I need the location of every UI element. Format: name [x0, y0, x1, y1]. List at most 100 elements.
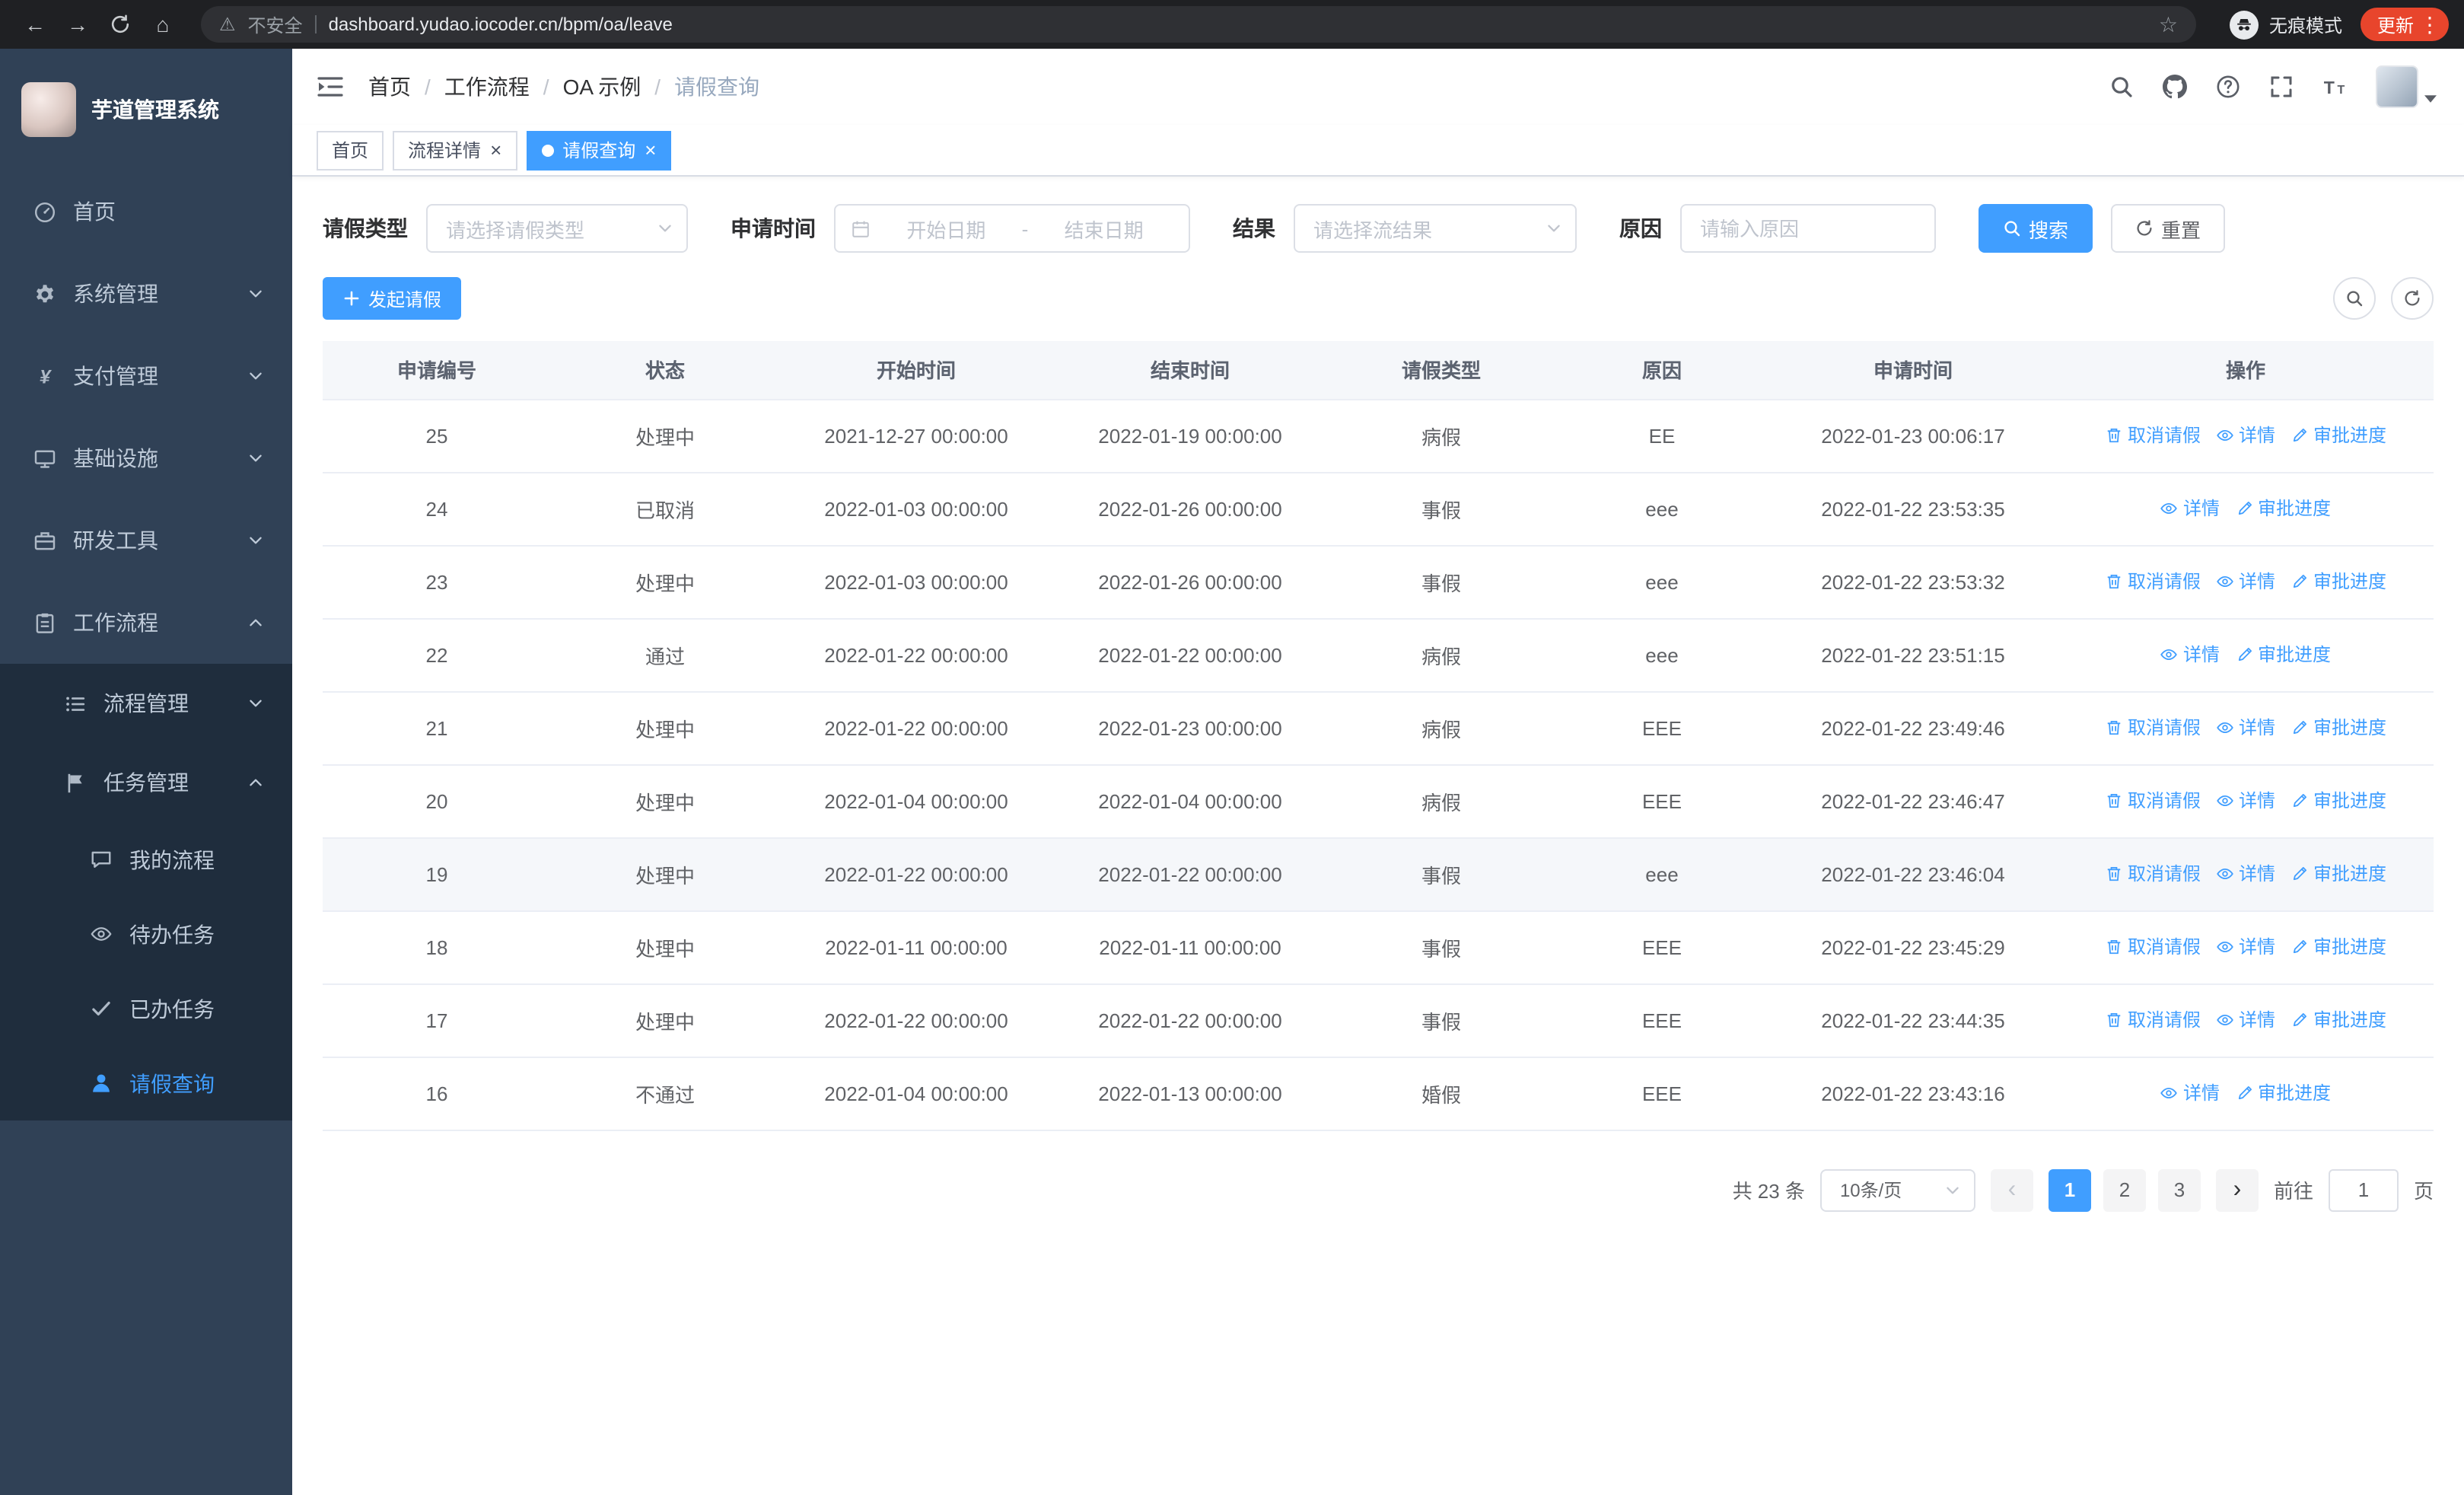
github-icon[interactable]: [2163, 75, 2187, 99]
create-leave-button[interactable]: 发起请假: [323, 277, 462, 320]
detail-action[interactable]: 详情: [2160, 1080, 2220, 1106]
page-button-2[interactable]: 2: [2103, 1168, 2146, 1211]
toggle-search-button[interactable]: [2333, 277, 2376, 320]
help-icon[interactable]: [2216, 75, 2240, 99]
progress-action[interactable]: 审批进度: [2291, 861, 2386, 887]
home-button[interactable]: ⌂: [143, 5, 183, 44]
progress-action[interactable]: 审批进度: [2291, 422, 2386, 448]
fullscreen-icon[interactable]: [2269, 75, 2294, 99]
sidebar-item-devtools[interactable]: 研发工具: [0, 499, 292, 582]
sidebar-item-task-mgmt[interactable]: 任务管理: [0, 743, 292, 822]
action-label: 详情: [2238, 717, 2275, 739]
reset-button[interactable]: 重置: [2111, 204, 2226, 253]
cancel-action[interactable]: 取消请假: [2105, 934, 2201, 960]
reason-input[interactable]: [1680, 204, 1936, 253]
progress-action[interactable]: 审批进度: [2291, 788, 2386, 814]
table-cell: 病假: [1327, 764, 1555, 838]
font-size-icon[interactable]: TT: [2322, 75, 2347, 99]
prev-page-button[interactable]: ‹: [1990, 1168, 2033, 1211]
detail-action[interactable]: 详情: [2160, 496, 2220, 521]
action-label: 详情: [2182, 644, 2220, 666]
close-icon[interactable]: ×: [645, 140, 656, 160]
view-tab-2[interactable]: 请假查询 ×: [526, 130, 672, 170]
progress-action[interactable]: 审批进度: [2291, 1007, 2386, 1033]
sidebar-item-payment[interactable]: ¥ 支付管理: [0, 335, 292, 417]
url-bar[interactable]: ⚠ 不安全 dashboard.yudao.iocoder.cn/bpm/oa/…: [201, 6, 2196, 43]
breadcrumb-item[interactable]: OA 示例: [563, 72, 641, 102]
sidebar-item-process-mgmt[interactable]: 流程管理: [0, 664, 292, 743]
cancel-action[interactable]: 取消请假: [2105, 788, 2201, 814]
app-logo-row[interactable]: 芋道管理系统: [0, 49, 292, 171]
progress-action[interactable]: 审批进度: [2235, 496, 2331, 521]
browser-toolbar: ← → ⌂ ⚠ 不安全 dashboard.yudao.iocoder.cn/b…: [0, 0, 2464, 49]
sidebar-item-system[interactable]: 系统管理: [0, 253, 292, 335]
update-chip[interactable]: 更新 ⋮: [2360, 8, 2449, 41]
action-label: 审批进度: [2313, 717, 2387, 739]
sidebar-item-my-process[interactable]: 我的流程: [0, 822, 292, 897]
page-button-3[interactable]: 3: [2157, 1168, 2201, 1211]
apply-time-label: 申请时间: [731, 216, 816, 241]
view-tab-1[interactable]: 流程详情 ×: [393, 130, 517, 170]
detail-action[interactable]: 详情: [2216, 788, 2275, 814]
goto-label: 前往: [2273, 1180, 2313, 1203]
view-tab-0[interactable]: 首页: [317, 130, 384, 170]
detail-action[interactable]: 详情: [2216, 934, 2275, 960]
start-date-placeholder: 开始日期: [906, 218, 986, 241]
cancel-action[interactable]: 取消请假: [2105, 715, 2201, 741]
bookmark-star-icon[interactable]: ☆: [2159, 11, 2178, 37]
table-cell: 23: [323, 545, 551, 619]
detail-action[interactable]: 详情: [2160, 642, 2220, 668]
detail-action[interactable]: 详情: [2216, 1007, 2275, 1033]
progress-action[interactable]: 审批进度: [2291, 934, 2386, 960]
create-leave-label: 发起请假: [368, 288, 442, 310]
kebab-menu-icon[interactable]: ⋮: [2418, 11, 2441, 37]
sidebar-item-workflow[interactable]: 工作流程: [0, 582, 292, 664]
sidebar-item-home[interactable]: 首页: [0, 171, 292, 253]
table-cell: 处理中: [551, 910, 779, 984]
next-page-button[interactable]: ›: [2215, 1168, 2259, 1211]
detail-action[interactable]: 详情: [2216, 569, 2275, 594]
cancel-action[interactable]: 取消请假: [2105, 1007, 2201, 1033]
breadcrumb-item[interactable]: 工作流程: [444, 72, 530, 102]
table-cell: 2022-01-22 00:00:00: [779, 691, 1053, 765]
tabs-bar: 首页 流程详情 × 请假查询 ×: [292, 125, 2464, 177]
goto-page-input[interactable]: [2328, 1168, 2399, 1211]
detail-action[interactable]: 详情: [2216, 861, 2275, 887]
sidebar-toggle-button[interactable]: [317, 73, 344, 100]
gear-icon: [30, 282, 58, 305]
search-icon[interactable]: [2109, 75, 2134, 99]
table-row: 25 处理中 2021-12-27 00:00:00 2022-01-19 00:00…: [323, 399, 2434, 473]
cancel-action[interactable]: 取消请假: [2105, 422, 2201, 448]
cancel-action[interactable]: 取消请假: [2105, 861, 2201, 887]
column-header: 请假类型: [1327, 341, 1555, 400]
progress-action[interactable]: 审批进度: [2291, 715, 2386, 741]
refresh-table-button[interactable]: [2391, 277, 2434, 320]
progress-action[interactable]: 审批进度: [2235, 642, 2331, 668]
sidebar-item-leave-query[interactable]: 请假查询: [0, 1046, 292, 1120]
close-icon[interactable]: ×: [490, 140, 501, 160]
detail-action[interactable]: 详情: [2216, 715, 2275, 741]
table-row: 19 处理中 2022-01-22 00:00:00 2022-01-22 00:00…: [323, 837, 2434, 911]
sidebar-item-infrastructure[interactable]: 基础设施: [0, 417, 292, 499]
breadcrumb-item[interactable]: 首页: [368, 72, 411, 102]
detail-action[interactable]: 详情: [2216, 422, 2275, 448]
cancel-action[interactable]: 取消请假: [2105, 569, 2201, 594]
result-select[interactable]: 请选择流结果: [1294, 204, 1577, 253]
action-label: 取消请假: [2127, 863, 2201, 885]
sidebar-item-done-tasks[interactable]: 已办任务: [0, 971, 292, 1046]
user-avatar[interactable]: [2376, 65, 2437, 108]
leave-type-select[interactable]: 请选择请假类型: [426, 204, 688, 253]
page-size-select[interactable]: 10条/页: [1819, 1168, 1975, 1211]
apply-time-range-picker[interactable]: 开始日期 - 结束日期: [834, 204, 1190, 253]
progress-action[interactable]: 审批进度: [2291, 569, 2386, 594]
table-cell: 24: [323, 472, 551, 546]
filter-leave-type: 请假类型 请选择请假类型: [323, 204, 688, 253]
page-button-1[interactable]: 1: [2048, 1168, 2091, 1211]
trash-icon: [2105, 792, 2123, 810]
progress-action[interactable]: 审批进度: [2235, 1080, 2331, 1106]
sidebar-item-todo-tasks[interactable]: 待办任务: [0, 897, 292, 971]
search-button[interactable]: 搜索: [1979, 204, 2093, 253]
back-button[interactable]: ←: [15, 5, 55, 44]
reload-button[interactable]: [100, 5, 140, 44]
forward-button[interactable]: →: [58, 5, 97, 44]
